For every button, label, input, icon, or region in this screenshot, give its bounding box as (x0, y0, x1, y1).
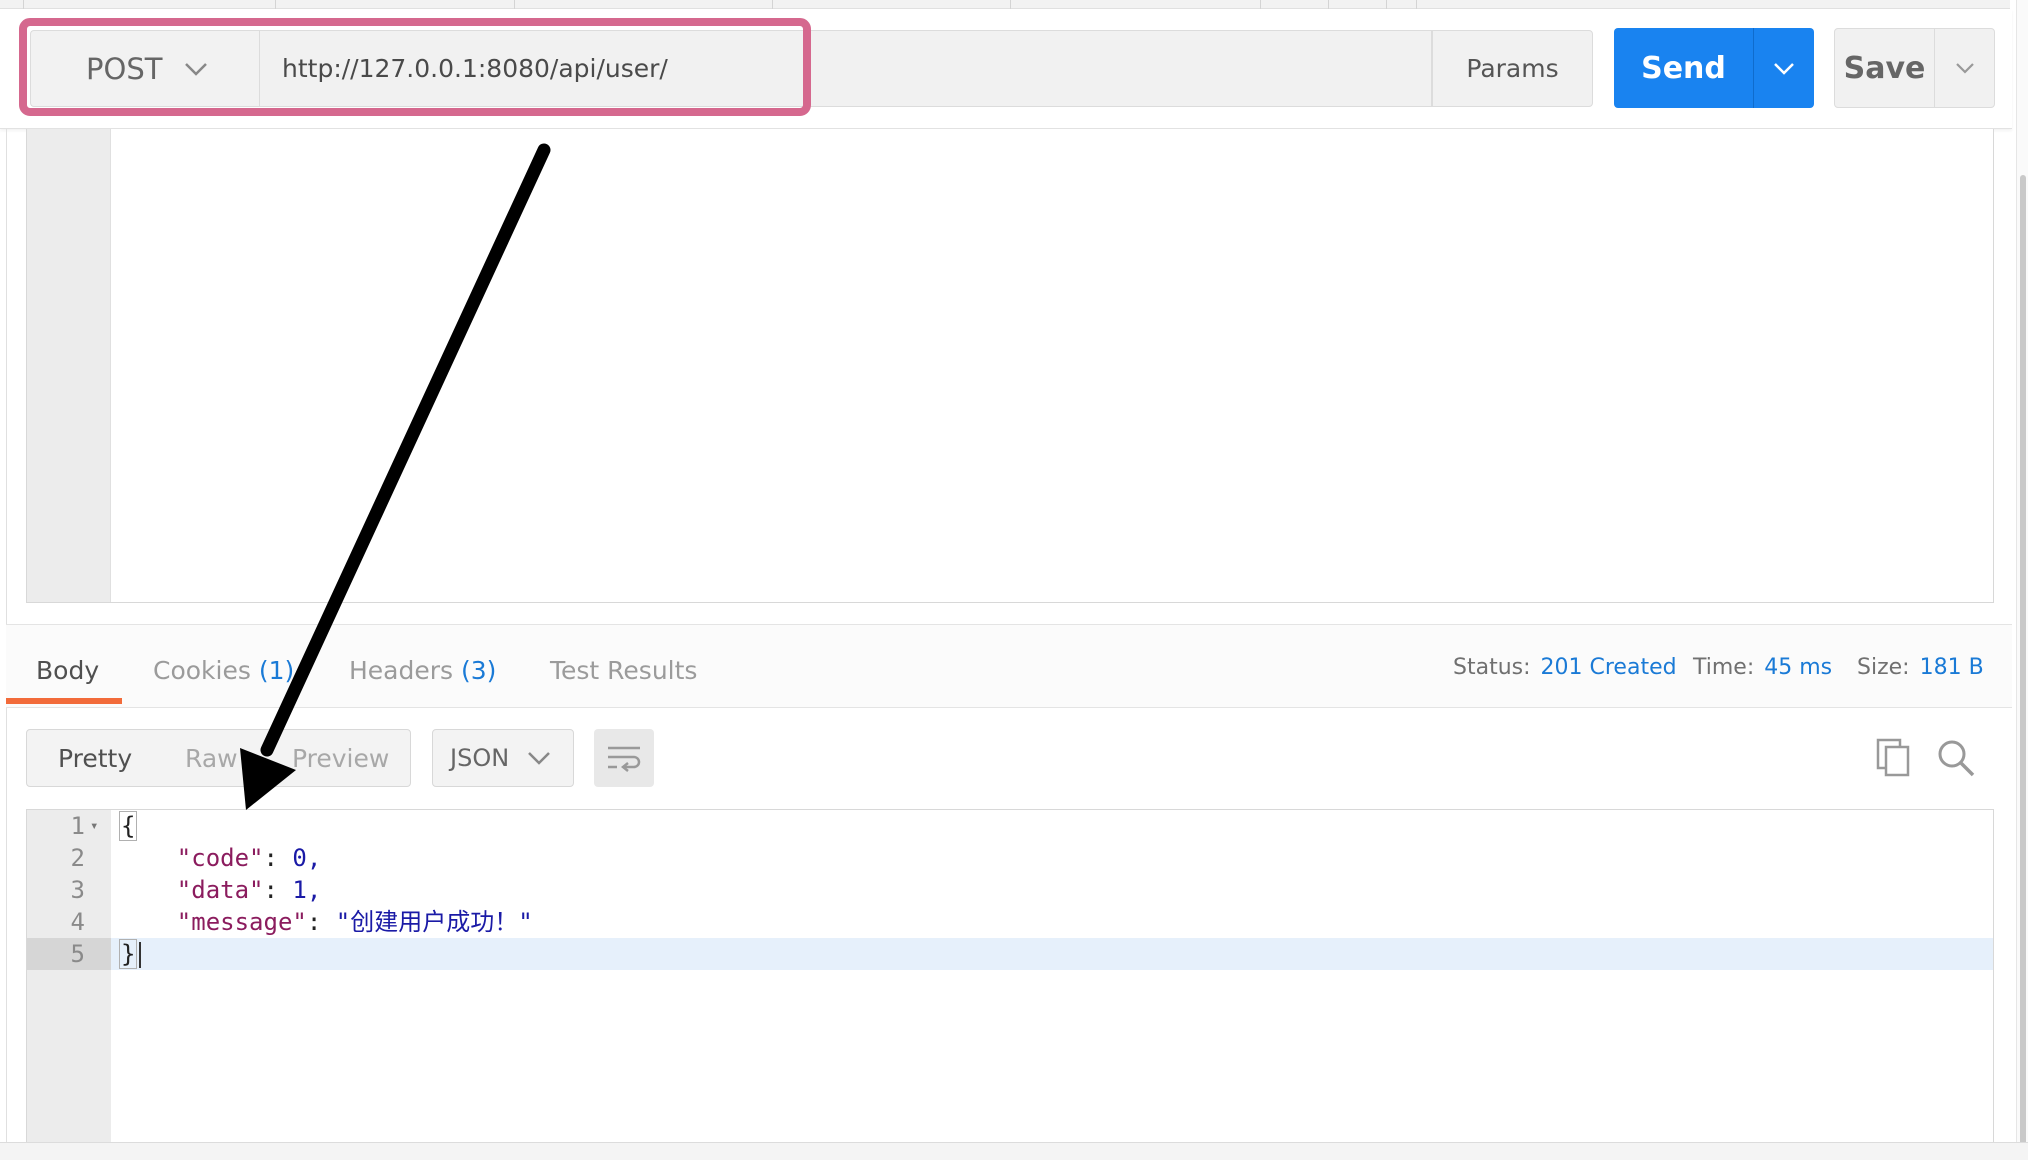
fold-toggle-icon[interactable]: ▾ (90, 810, 98, 842)
save-dropdown[interactable] (1934, 29, 1994, 107)
copy-icon[interactable] (1876, 738, 1912, 782)
tab-label: Test Results (550, 656, 698, 685)
format-label: JSON (450, 744, 510, 772)
chevron-down-icon (185, 62, 208, 76)
url-value: http://127.0.0.1:8080/api/user/ (282, 54, 668, 83)
tab-count: (1) (258, 656, 295, 685)
wrap-lines-icon (608, 746, 641, 772)
view-preview-button[interactable]: Preview (292, 744, 389, 773)
json-value: 0, (292, 844, 322, 872)
view-mode-selector: Pretty Raw Preview (26, 729, 411, 787)
send-button[interactable]: Send (1614, 28, 1814, 108)
line-number: 2 (70, 844, 85, 872)
json-value: "创建用户成功！" (335, 908, 533, 936)
method-select[interactable]: POST (30, 30, 259, 107)
send-label: Send (1641, 50, 1726, 86)
request-body-editor[interactable] (26, 129, 1994, 603)
json-key: "message" (176, 908, 307, 936)
code-line: 3 "data": 1, (27, 874, 1993, 906)
tab-headers[interactable]: Headers (3) (349, 656, 496, 685)
size-readout: Size: 181 B (1857, 655, 1984, 680)
tab-test-results[interactable]: Test Results (550, 656, 697, 685)
json-key: "code" (176, 844, 264, 872)
save-button[interactable]: Save (1834, 28, 1995, 108)
code-text: } (119, 939, 138, 969)
scrollbar-thumb[interactable] (2020, 175, 2026, 1145)
line-number: 5 (70, 940, 85, 968)
chevron-down-icon (528, 752, 551, 765)
tab-cookies[interactable]: Cookies (1) (153, 656, 294, 685)
code-line: 5 } (27, 938, 1993, 970)
status-label: Status: (1453, 655, 1531, 680)
method-label: POST (86, 51, 163, 86)
line-number: 4 (70, 908, 85, 936)
json-key: "data" (176, 876, 264, 904)
tab-label: Headers (349, 656, 454, 685)
tab-count: (3) (461, 656, 497, 685)
bottom-status-bar (0, 1142, 2028, 1160)
chevron-down-icon (1955, 63, 1974, 74)
url-input[interactable]: http://127.0.0.1:8080/api/user/ (259, 30, 1432, 107)
code-line: 1 ▾ { (27, 810, 1993, 842)
params-label: Params (1466, 54, 1559, 83)
save-label: Save (1843, 50, 1926, 86)
params-button[interactable]: Params (1432, 30, 1593, 107)
size-value: 181 B (1919, 655, 1984, 680)
tab-strip (0, 0, 2010, 9)
time-value: 45 ms (1764, 655, 1833, 680)
size-label: Size: (1857, 655, 1910, 680)
code-line: 4 "message": "创建用户成功！" (27, 906, 1993, 938)
line-number: 3 (70, 876, 85, 904)
tab-label: Cookies (153, 656, 251, 685)
send-dropdown[interactable] (1753, 28, 1814, 108)
tab-label: Body (36, 656, 100, 685)
response-body-editor[interactable]: 1 ▾ { 2 "code": 0, 3 "data": 1, 4 "messa… (26, 809, 1994, 1149)
tab-body[interactable]: Body (36, 656, 99, 685)
view-pretty-button[interactable]: Pretty (58, 744, 132, 773)
wrap-lines-button[interactable] (594, 729, 654, 787)
time-label: Time: (1693, 655, 1755, 680)
view-raw-button[interactable]: Raw (185, 744, 238, 773)
code-line: 2 "code": 0, (27, 842, 1993, 874)
request-editor-gutter (27, 129, 111, 602)
format-select[interactable]: JSON (432, 729, 574, 787)
status-readout: Status: 201 Created (1453, 655, 1677, 680)
active-tab-indicator (6, 698, 122, 704)
search-icon[interactable] (1936, 738, 1976, 782)
time-readout: Time: 45 ms (1693, 655, 1832, 680)
line-number: 1 (70, 812, 85, 840)
chevron-down-icon (1774, 62, 1794, 75)
code-text: { (119, 811, 138, 841)
status-value: 201 Created (1540, 655, 1677, 680)
text-cursor (139, 942, 142, 968)
json-value: 1, (292, 876, 322, 904)
